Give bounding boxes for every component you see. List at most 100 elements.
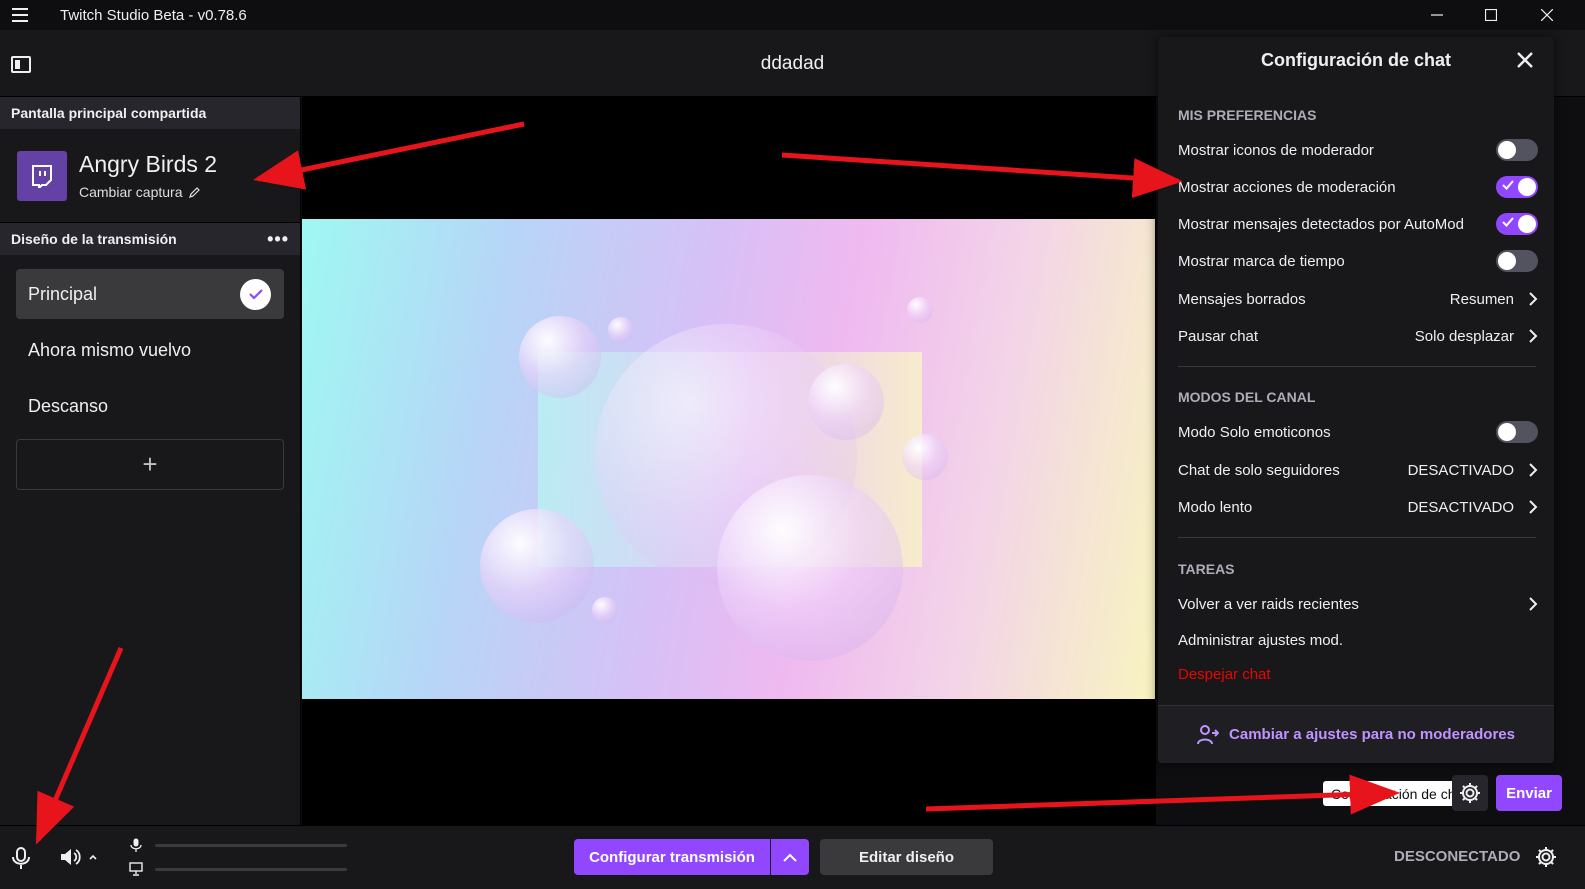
monitor-small-icon — [129, 862, 143, 881]
pref-mod-icons: Mostrar iconos de moderador — [1178, 136, 1538, 164]
microphone-icon[interactable] — [11, 846, 31, 875]
bubble — [902, 434, 948, 480]
capture-section-header: Pantalla principal compartida — [0, 97, 300, 129]
clear-chat-label: Despejar chat — [1178, 665, 1271, 683]
layout-item-principal[interactable]: Principal — [16, 269, 284, 319]
gear-icon — [1460, 783, 1480, 803]
close-icon[interactable] — [1514, 49, 1536, 71]
edit-layout-button[interactable]: Editar diseño — [820, 839, 993, 875]
bubble — [717, 475, 903, 661]
connection-status: DESCONECTADO — [1394, 848, 1521, 865]
speaker-icon[interactable] — [60, 847, 100, 872]
task-clear-chat[interactable]: Despejar chat — [1178, 660, 1538, 688]
pref-label: Pausar chat — [1178, 327, 1259, 345]
pref-label: Mostrar acciones de moderación — [1178, 178, 1396, 196]
task-mod-settings[interactable]: Administrar ajustes mod. — [1178, 626, 1538, 654]
pref-label: Mensajes borrados — [1178, 290, 1306, 308]
scene-name-text: ddadad — [760, 53, 825, 74]
check-icon — [240, 279, 271, 310]
sidebar: Pantalla principal compartida Angry Bird… — [0, 97, 301, 835]
mic-small-icon — [130, 838, 142, 857]
layout-section-header: Diseño de la transmisión ••• — [0, 223, 300, 255]
mode-slow[interactable]: Modo lento DESACTIVADO — [1178, 493, 1538, 521]
layout-item-brb[interactable]: Ahora mismo vuelvo — [16, 325, 284, 375]
bubble — [907, 297, 933, 323]
divider — [1178, 537, 1536, 538]
mode-label: Chat de solo seguidores — [1178, 461, 1340, 479]
task-recent-raids[interactable]: Volver a ver raids recientes — [1178, 590, 1538, 618]
title-bar: Twitch Studio Beta - v0.78.6 — [0, 0, 1585, 30]
bubble — [480, 509, 594, 623]
pref-timestamp: Mostrar marca de tiempo — [1178, 247, 1538, 275]
pref-deleted-messages[interactable]: Mensajes borrados Resumen — [1178, 285, 1538, 313]
switch-non-mod-settings-link[interactable]: Cambiar a ajustes para no moderadores — [1158, 705, 1554, 763]
channel-modes-section-title: MODOS DEL CANAL — [1178, 389, 1316, 405]
automod-toggle[interactable] — [1496, 213, 1538, 235]
mode-followers-only[interactable]: Chat de solo seguidores DESACTIVADO — [1178, 456, 1538, 484]
divider — [1178, 366, 1536, 367]
mode-label: Modo Solo emoticonos — [1178, 423, 1331, 441]
chat-settings-panel: Configuración de chat MIS PREFERENCIAS M… — [1158, 37, 1554, 763]
chevron-right-icon — [1529, 597, 1538, 611]
menu-icon[interactable] — [12, 8, 28, 22]
mod-actions-toggle[interactable] — [1496, 176, 1538, 198]
close-window-icon[interactable] — [1524, 2, 1570, 28]
pref-mod-actions: Mostrar acciones de moderación — [1178, 173, 1538, 201]
mode-value: DESACTIVADO — [1407, 461, 1514, 479]
settings-gear-icon[interactable] — [1535, 846, 1557, 873]
layout-item-break[interactable]: Descanso — [16, 381, 284, 431]
bubble — [592, 597, 618, 623]
chevron-right-icon — [1529, 463, 1538, 477]
task-label: Volver a ver raids recientes — [1178, 595, 1359, 613]
pref-automod: Mostrar mensajes detectados por AutoMod — [1178, 210, 1538, 238]
change-capture-link[interactable]: Cambiar captura — [79, 184, 201, 200]
mode-emote-only: Modo Solo emoticonos — [1178, 418, 1538, 446]
send-button[interactable]: Enviar — [1496, 775, 1562, 811]
chat-settings-title: Configuración de chat — [1260, 50, 1451, 70]
game-capture-icon — [17, 151, 67, 201]
capture-name: Angry Birds 2 — [79, 151, 218, 177]
preferences-section-title: MIS PREFERENCIAS — [1178, 107, 1317, 123]
timestamp-toggle[interactable] — [1496, 250, 1538, 272]
capture-section-title: Pantalla principal compartida — [11, 105, 207, 121]
user-switch-icon — [1197, 724, 1220, 744]
pref-label: Mostrar mensajes detectados por AutoMod — [1178, 215, 1464, 233]
chevron-right-icon — [1529, 292, 1538, 306]
minimize-icon[interactable] — [1414, 2, 1460, 28]
app-title: Twitch Studio Beta - v0.78.6 — [60, 7, 247, 24]
layout-label: Descanso — [28, 395, 109, 416]
chat-settings-button[interactable] — [1452, 775, 1488, 811]
pref-label: Mostrar marca de tiempo — [1178, 252, 1345, 270]
stream-preview — [302, 97, 1156, 835]
mode-value: DESACTIVADO — [1407, 498, 1514, 516]
configure-stream-button[interactable]: Configurar transmisión — [574, 839, 770, 875]
emote-only-toggle[interactable] — [1496, 421, 1538, 443]
pref-pause-chat[interactable]: Pausar chat Solo desplazar — [1178, 322, 1538, 350]
tasks-section-title: TAREAS — [1178, 561, 1235, 577]
add-layout-button[interactable]: + — [16, 439, 284, 490]
pencil-icon — [188, 187, 200, 198]
chevron-right-icon — [1529, 329, 1538, 343]
preview-canvas — [302, 219, 1155, 699]
mod-icons-toggle[interactable] — [1496, 139, 1538, 161]
more-options-icon[interactable]: ••• — [267, 229, 289, 250]
pref-value: Solo desplazar — [1414, 327, 1514, 345]
pref-value: Resumen — [1449, 290, 1514, 308]
task-label: Administrar ajustes mod. — [1178, 631, 1344, 649]
bubble — [608, 317, 634, 343]
chevron-right-icon — [1529, 500, 1538, 514]
layout-label: Principal — [28, 283, 98, 304]
capture-card[interactable]: Angry Birds 2 Cambiar captura — [0, 129, 300, 223]
bottom-bar: Configurar transmisión Editar diseño DES… — [0, 825, 1585, 889]
chevron-up-icon[interactable] — [771, 839, 809, 875]
layout-section-title: Diseño de la transmisión — [11, 231, 177, 247]
maximize-icon[interactable] — [1468, 2, 1514, 28]
desktop-level-meter — [155, 868, 347, 871]
layout-list: Principal Ahora mismo vuelvo Descanso + — [0, 255, 300, 504]
change-capture-label: Cambiar captura — [79, 184, 183, 200]
pref-label: Mostrar iconos de moderador — [1178, 141, 1374, 159]
switch-non-mod-label: Cambiar a ajustes para no moderadores — [1229, 726, 1515, 743]
layout-label: Ahora mismo vuelvo — [28, 339, 192, 360]
bubble — [519, 316, 601, 398]
bubble — [808, 364, 884, 440]
